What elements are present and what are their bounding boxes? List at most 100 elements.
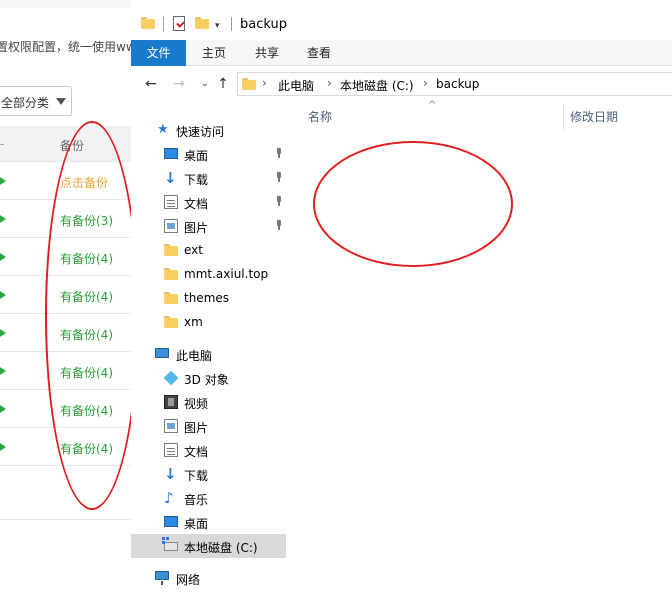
- column-separator: -: [0, 137, 5, 151]
- play-icon[interactable]: [0, 365, 6, 377]
- breadcrumb-local-disk[interactable]: 本地磁盘 (C:): [340, 77, 414, 94]
- pin-icon: [274, 220, 284, 230]
- nav-item-ext[interactable]: ext: [131, 238, 286, 262]
- category-select-value: 全部分类: [1, 96, 50, 110]
- music-icon: ♪: [164, 489, 174, 507]
- play-icon[interactable]: [0, 403, 6, 415]
- computer-icon: [155, 348, 169, 358]
- category-select[interactable]: 全部分类: [0, 86, 72, 116]
- star-icon: ★: [157, 122, 169, 137]
- nav-item-xm[interactable]: xm: [131, 310, 286, 334]
- network-icon: [155, 571, 169, 585]
- download-icon: ↓: [164, 465, 177, 483]
- column-name-header[interactable]: 名称: [308, 108, 332, 125]
- permission-notice: 置权限配置，统一使用www: [0, 38, 131, 56]
- table-bottom-border: [0, 519, 131, 520]
- play-icon[interactable]: [0, 327, 6, 339]
- nav-label: 桌面: [184, 517, 209, 531]
- nav-item-downloads-pc[interactable]: ↓ 下载: [131, 462, 286, 486]
- nav-label: 音乐: [184, 493, 209, 507]
- breadcrumb-this-pc[interactable]: 此电脑: [278, 77, 314, 94]
- breadcrumb-backup[interactable]: backup: [436, 77, 479, 91]
- folder-icon: [164, 291, 178, 305]
- play-icon[interactable]: [0, 289, 6, 301]
- nav-label: ext: [184, 243, 203, 257]
- nav-item-pictures[interactable]: 图片: [131, 214, 286, 238]
- play-icon[interactable]: [0, 441, 6, 453]
- tab-share[interactable]: 共享: [247, 40, 287, 66]
- properties-icon[interactable]: [173, 16, 185, 31]
- permission-notice-text: 置权限配置，统一使用www: [0, 40, 131, 54]
- nav-label: mmt.axiul.top: [184, 267, 269, 281]
- pin-icon: [274, 172, 284, 182]
- nav-label: 图片: [184, 221, 209, 235]
- nav-item-pictures-pc[interactable]: 图片: [131, 414, 286, 438]
- nav-label: 下载: [184, 173, 209, 187]
- toolbar-separator: [163, 17, 164, 31]
- nav-item-3d-objects[interactable]: 3D 对象: [131, 366, 286, 390]
- navigation-bar: ← → ⌄ ↑ › 此电脑 › 本地磁盘 (C:) › backup: [131, 66, 672, 102]
- play-icon[interactable]: [0, 175, 6, 187]
- chevron-right-icon[interactable]: ›: [262, 76, 267, 90]
- forward-arrow-icon[interactable]: →: [169, 74, 189, 94]
- nav-item-videos[interactable]: 视频: [131, 390, 286, 414]
- screenshot-root: 置权限配置，统一使用www 全部分类 - 备份 点击备份 有备份(3) 有备份(…: [0, 0, 672, 597]
- folder-icon: [164, 315, 178, 329]
- nav-item-desktop[interactable]: 桌面: [131, 142, 286, 166]
- title-bar: ▾ backup: [131, 8, 672, 40]
- annotation-ellipse: [45, 121, 139, 510]
- nav-item-local-disk[interactable]: 本地磁盘 (C:): [131, 534, 286, 558]
- recent-locations-icon[interactable]: ⌄: [195, 74, 215, 94]
- back-arrow-icon[interactable]: ←: [141, 74, 161, 94]
- nav-label: themes: [184, 291, 230, 305]
- nav-label: 网络: [176, 573, 201, 587]
- nav-item-documents[interactable]: 文档: [131, 190, 286, 214]
- nav-label: 本地磁盘 (C:): [184, 541, 258, 555]
- navigation-pane: ★ 快速访问 桌面 ↓ 下载 文档 图片 ext mmt.axiul.top t…: [131, 110, 286, 597]
- nav-label: 图片: [184, 421, 209, 435]
- new-folder-icon[interactable]: [195, 17, 209, 29]
- folder-icon: [164, 267, 178, 281]
- chevron-right-icon[interactable]: ›: [423, 76, 428, 90]
- nav-quick-access[interactable]: ★ 快速访问: [131, 118, 286, 142]
- pin-icon: [274, 196, 284, 206]
- nav-item-desktop-pc[interactable]: 桌面: [131, 510, 286, 534]
- tab-home[interactable]: 主页: [194, 40, 234, 66]
- nav-label: 桌面: [184, 149, 209, 163]
- document-icon: [164, 443, 178, 457]
- play-icon[interactable]: [0, 251, 6, 263]
- nav-label: 文档: [184, 445, 209, 459]
- nav-item-downloads[interactable]: ↓ 下载: [131, 166, 286, 190]
- desktop-icon: [164, 148, 178, 159]
- drive-icon: [162, 537, 178, 551]
- chevron-right-icon[interactable]: ›: [327, 76, 332, 90]
- nav-label: 文档: [184, 197, 209, 211]
- caret-down-icon: [56, 98, 66, 105]
- nav-label: xm: [184, 315, 203, 329]
- panel-top-strip: [0, 0, 131, 8]
- tab-view[interactable]: 查看: [299, 40, 339, 66]
- download-icon: ↓: [164, 169, 177, 187]
- address-bar[interactable]: › 此电脑 › 本地磁盘 (C:) › backup: [237, 72, 672, 96]
- column-separator[interactable]: [563, 104, 564, 132]
- toolbar-separator: [231, 17, 232, 31]
- tab-file[interactable]: 文件: [131, 40, 186, 66]
- document-icon: [164, 195, 178, 209]
- picture-icon: [164, 419, 178, 433]
- customize-toolbar-icon[interactable]: ▾: [215, 21, 220, 31]
- annotation-ellipse: [313, 141, 513, 267]
- nav-item-documents-pc[interactable]: 文档: [131, 438, 286, 462]
- column-date-modified-header[interactable]: 修改日期: [570, 108, 618, 125]
- nav-item-mmt[interactable]: mmt.axiul.top: [131, 262, 286, 286]
- picture-icon: [164, 219, 178, 233]
- nav-network[interactable]: 网络: [131, 566, 286, 590]
- window-title: backup: [240, 17, 287, 32]
- nav-item-themes[interactable]: themes: [131, 286, 286, 310]
- play-icon[interactable]: [0, 213, 6, 225]
- folder-icon: [141, 17, 155, 29]
- nav-label: 快速访问: [176, 125, 225, 139]
- nav-item-music[interactable]: ♪ 音乐: [131, 486, 286, 510]
- nav-this-pc[interactable]: 此电脑: [131, 342, 286, 366]
- up-arrow-icon[interactable]: ↑: [213, 74, 233, 94]
- ribbon-tabs: 文件 主页 共享 查看: [131, 40, 672, 66]
